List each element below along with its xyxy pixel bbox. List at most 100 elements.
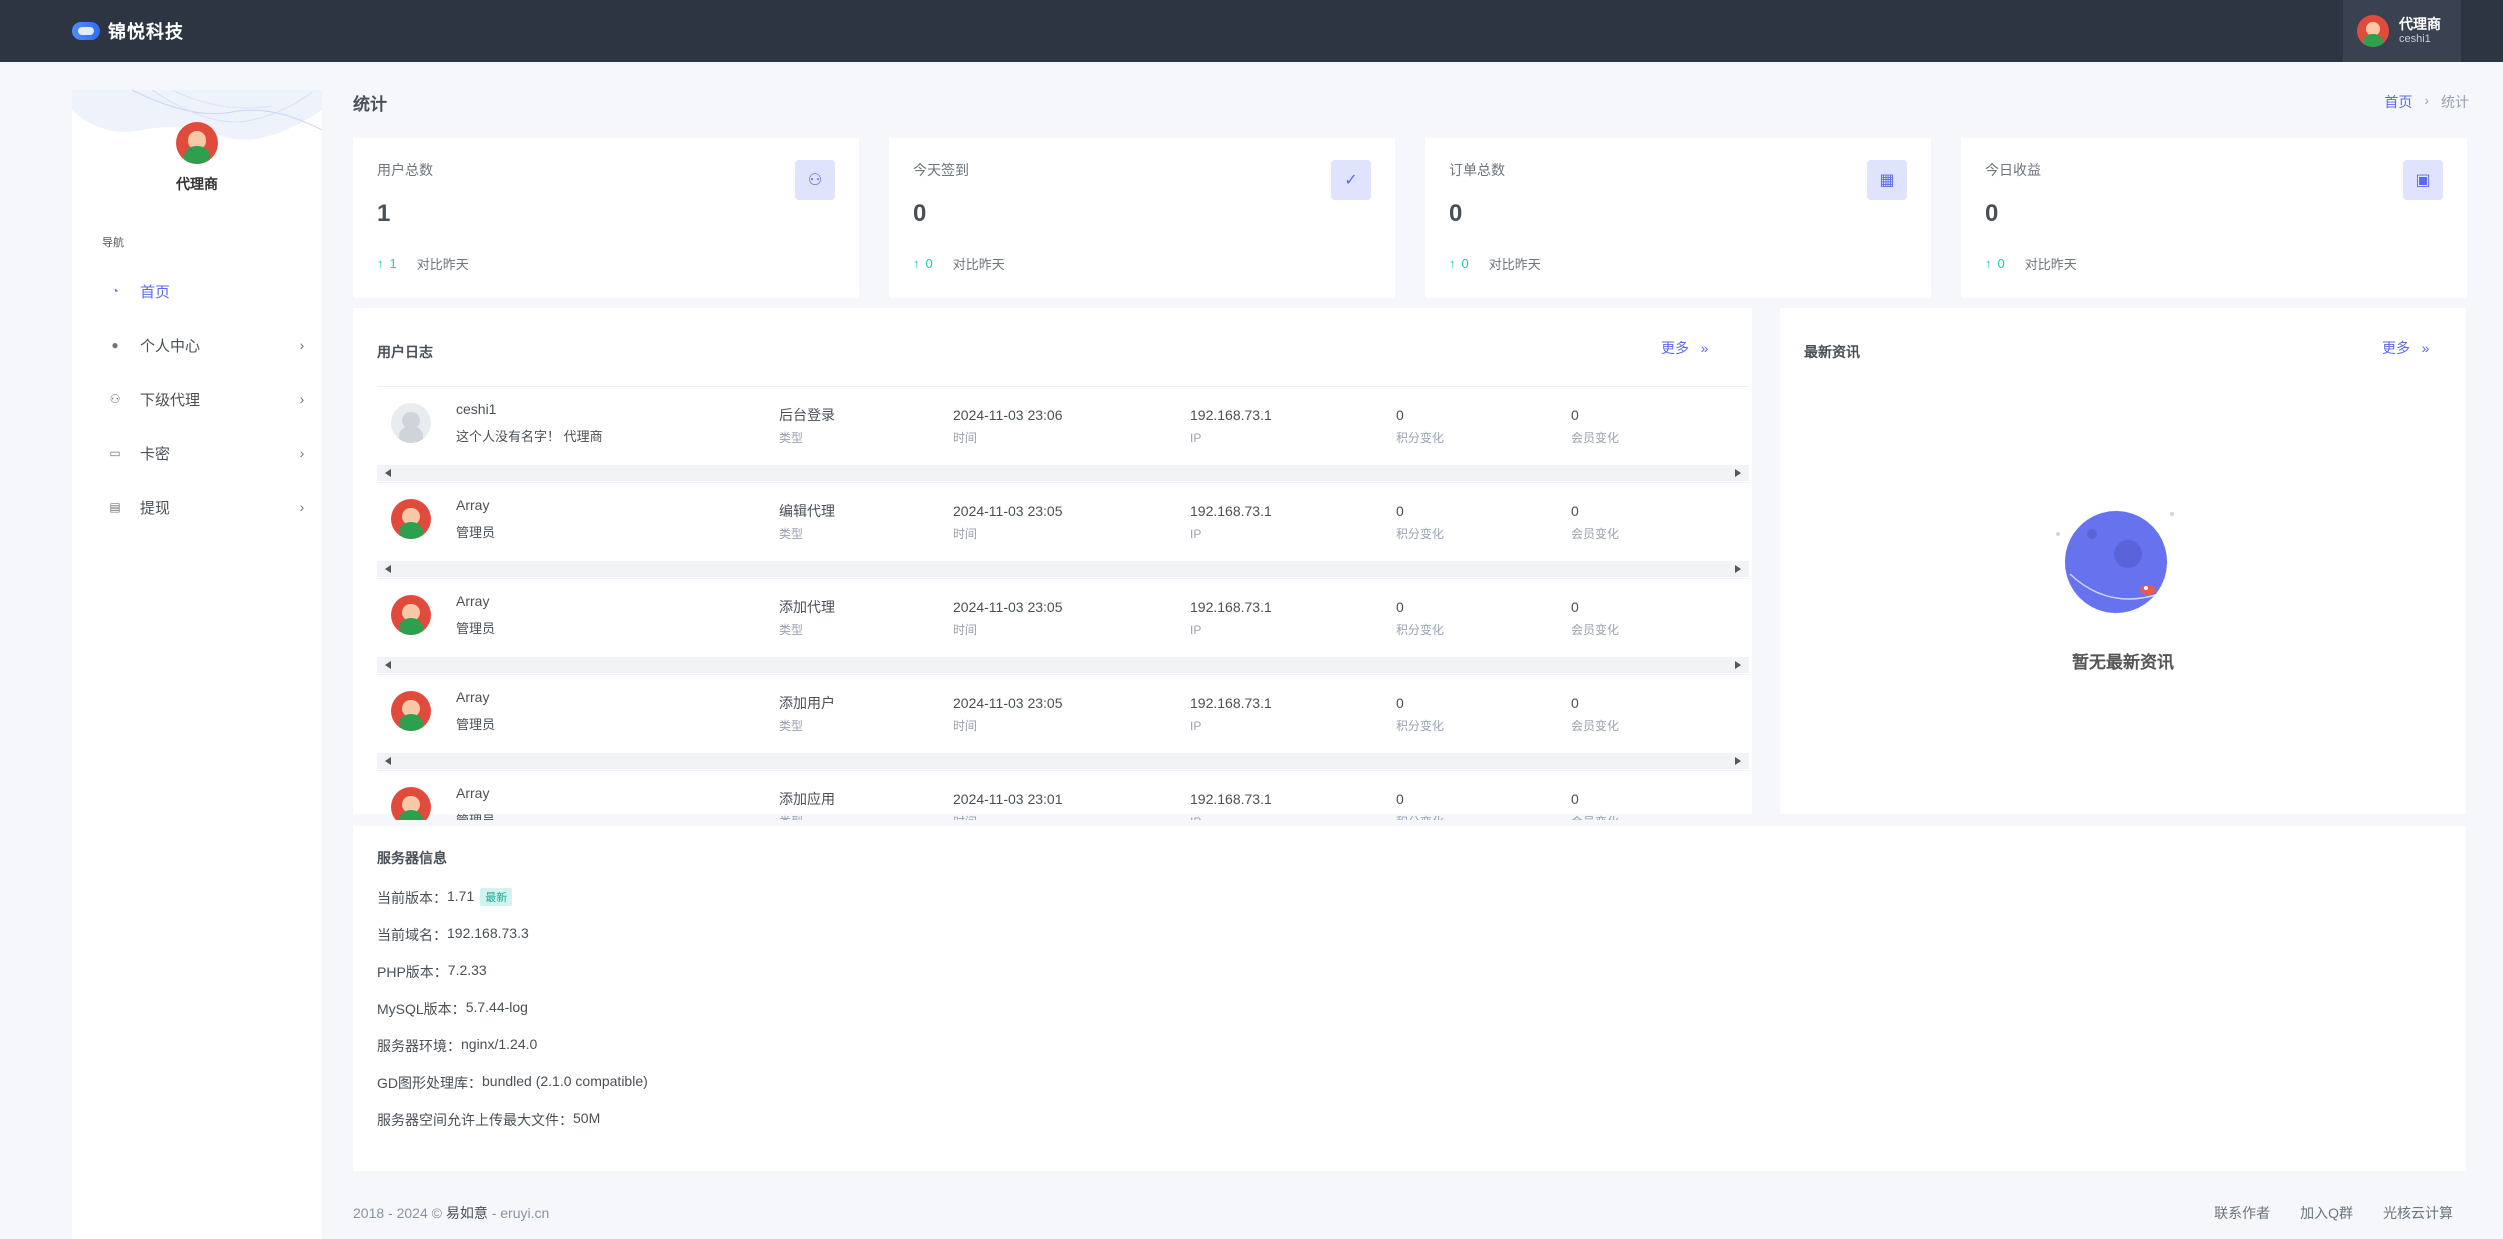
- footer-link-qq-group[interactable]: 加入Q群: [2300, 1203, 2353, 1223]
- sidebar-item-profile[interactable]: ● 个人中心 ›: [72, 318, 322, 372]
- list-item: 当前版本： 1.71 最新: [377, 888, 648, 925]
- info-value: bundled (2.1.0 compatible): [482, 1073, 648, 1089]
- log-user-name: Array: [456, 593, 490, 609]
- table-row: Array 管理员 添加用户 类型 2024-11-03 23:05 时间 192.…: [377, 674, 1749, 770]
- scroll-right-icon[interactable]: [1735, 469, 1741, 477]
- log-caption: 积分变化: [1396, 811, 1444, 820]
- log-caption: 会员变化: [1571, 811, 1619, 820]
- info-value: 50M: [573, 1110, 601, 1126]
- panel-title: 用户日志: [377, 344, 433, 360]
- log-caption: 积分变化: [1396, 719, 1445, 733]
- sidebar-item-sub-agents[interactable]: ⚇ 下级代理 ›: [72, 372, 322, 426]
- sidebar-item-withdraw[interactable]: ▤ 提现 ›: [72, 480, 322, 534]
- info-value: 1.71: [447, 888, 475, 904]
- logo-icon: [72, 22, 100, 40]
- log-caption: IP: [1190, 623, 1202, 637]
- log-caption: 会员变化: [1571, 527, 1620, 541]
- scroll-left-icon[interactable]: [385, 757, 391, 765]
- log-ip: 192.168.73.1: [1190, 503, 1272, 519]
- money-icon: ▣: [2403, 160, 2443, 200]
- more-link[interactable]: 更多 »: [2382, 338, 2429, 358]
- scroll-right-icon[interactable]: [1735, 757, 1741, 765]
- footer-brand-link[interactable]: 易如意: [446, 1205, 488, 1221]
- horizontal-scrollbar[interactable]: [377, 753, 1749, 769]
- log-caption: IP: [1190, 811, 1272, 820]
- table-row: Array 管理员 添加应用类型 2024-11-03 23:01 时间 192.…: [377, 770, 1749, 820]
- horizontal-scrollbar[interactable]: [377, 465, 1749, 481]
- stat-card-users: 用户总数 1 ↑ 1 对比昨天 ⚇: [353, 138, 859, 298]
- list-item: 服务器环境： nginx/1.24.0: [377, 1036, 648, 1073]
- footer-copyright: 2018 - 2024 © 易如意 - eruyi.cn: [353, 1203, 549, 1223]
- log-member: 0: [1571, 695, 1579, 711]
- log-member: 0: [1571, 503, 1579, 519]
- stat-value: 1: [377, 200, 391, 227]
- sidebar-item-cards[interactable]: ▭ 卡密 ›: [72, 426, 322, 480]
- log-user-sub: 这个人没有名字！ 代理商: [456, 429, 603, 444]
- news-panel: 最新资讯 更多 » 暂无最新资讯: [1780, 308, 2466, 814]
- scroll-right-icon[interactable]: [1735, 661, 1741, 669]
- sidebar-nav: ◔ 首页 ● 个人中心 › ⚇ 下级代理 › ▭ 卡密 › ▤ 提现 ›: [72, 264, 322, 534]
- log-ip: 192.168.73.1: [1190, 695, 1272, 711]
- empty-planet-icon: [2056, 510, 2174, 614]
- trend-compare: 对比昨天: [1488, 257, 1541, 272]
- log-caption: 时间: [953, 623, 978, 637]
- sidebar-item-home[interactable]: ◔ 首页: [72, 264, 322, 318]
- sidebar-item-label: 个人中心: [140, 337, 201, 355]
- log-time: 2024-11-03 23:05: [953, 599, 1063, 615]
- top-navbar: 锦悦科技 代理商 ceshi1: [0, 0, 2503, 62]
- more-link[interactable]: 更多 »: [1661, 338, 1708, 358]
- status-badge: 最新: [480, 888, 513, 906]
- log-caption: 时间: [953, 527, 978, 541]
- more-link-label: 更多: [1661, 340, 1689, 356]
- stat-value: 0: [1985, 200, 1999, 227]
- sidebar-role: 代理商: [176, 176, 218, 192]
- breadcrumb-current: 统计: [2441, 94, 2469, 110]
- scroll-left-icon[interactable]: [385, 565, 391, 573]
- user-account: ceshi1: [2399, 33, 2431, 45]
- sidebar-item-label: 首页: [140, 283, 171, 301]
- stat-trend: ↑ 0 对比昨天: [1449, 254, 1541, 273]
- log-list[interactable]: ceshi1 这个人没有名字！ 代理商 后台登录 类型 2024-11-03 23…: [377, 386, 1749, 820]
- scroll-left-icon[interactable]: [385, 469, 391, 477]
- log-type: 编辑代理: [779, 503, 835, 519]
- log-caption: 时间: [953, 719, 978, 733]
- stat-label: 今天签到: [913, 162, 969, 178]
- double-chevron-right-icon: »: [1692, 340, 1709, 356]
- nav-section-title: 导航: [102, 237, 124, 249]
- log-time: 2024-11-03 23:06: [953, 407, 1063, 423]
- log-caption: 类型: [779, 527, 804, 541]
- user-info: 代理商 ceshi1: [2399, 16, 2441, 46]
- user-name: 代理商: [2399, 16, 2441, 32]
- horizontal-scrollbar[interactable]: [377, 561, 1749, 577]
- info-value: 7.2.33: [447, 962, 487, 978]
- stat-trend: ↑ 1 对比昨天: [377, 254, 469, 273]
- log-caption: 会员变化: [1571, 623, 1620, 637]
- log-ip: 192.168.73.1: [1190, 599, 1272, 615]
- stat-card-revenue: 今日收益 0 ↑ 0 对比昨天 ▣: [1961, 138, 2467, 298]
- log-member: 0: [1571, 791, 1579, 807]
- log-caption: 类型: [779, 623, 804, 637]
- breadcrumb-separator-icon: ›: [2424, 92, 2429, 108]
- log-caption: 会员变化: [1571, 719, 1620, 733]
- log-time: 2024-11-03 23:01: [953, 791, 1063, 807]
- footer-link-contact[interactable]: 联系作者: [2214, 1203, 2270, 1223]
- scroll-right-icon[interactable]: [1735, 565, 1741, 573]
- sidebar-item-label: 下级代理: [140, 391, 201, 409]
- trend-value: 0: [1461, 256, 1469, 271]
- user-log-panel: 用户日志 更多 » ceshi1 这个人没有名字！ 代理商 后台登录 类型 202…: [353, 308, 1752, 820]
- horizontal-scrollbar[interactable]: [377, 657, 1749, 673]
- breadcrumb-home-link[interactable]: 首页: [2384, 92, 2412, 112]
- panel-title: 最新资讯: [1804, 344, 1860, 360]
- footer-prefix: 2018 - 2024 ©: [353, 1205, 446, 1221]
- withdraw-icon: ▤: [109, 500, 121, 514]
- log-user-sub: 管理员: [456, 717, 496, 732]
- arrow-up-icon: ↑: [1449, 256, 1456, 271]
- calendar-icon: ▦: [1867, 160, 1907, 200]
- info-label: 当前版本：: [377, 890, 447, 906]
- footer-link-cloud[interactable]: 光核云计算: [2383, 1203, 2453, 1223]
- scroll-left-icon[interactable]: [385, 661, 391, 669]
- logo[interactable]: 锦悦科技: [72, 17, 184, 45]
- user-menu[interactable]: 代理商 ceshi1: [2343, 0, 2461, 62]
- log-caption: 积分变化: [1396, 527, 1445, 541]
- info-label: 当前域名：: [377, 927, 447, 943]
